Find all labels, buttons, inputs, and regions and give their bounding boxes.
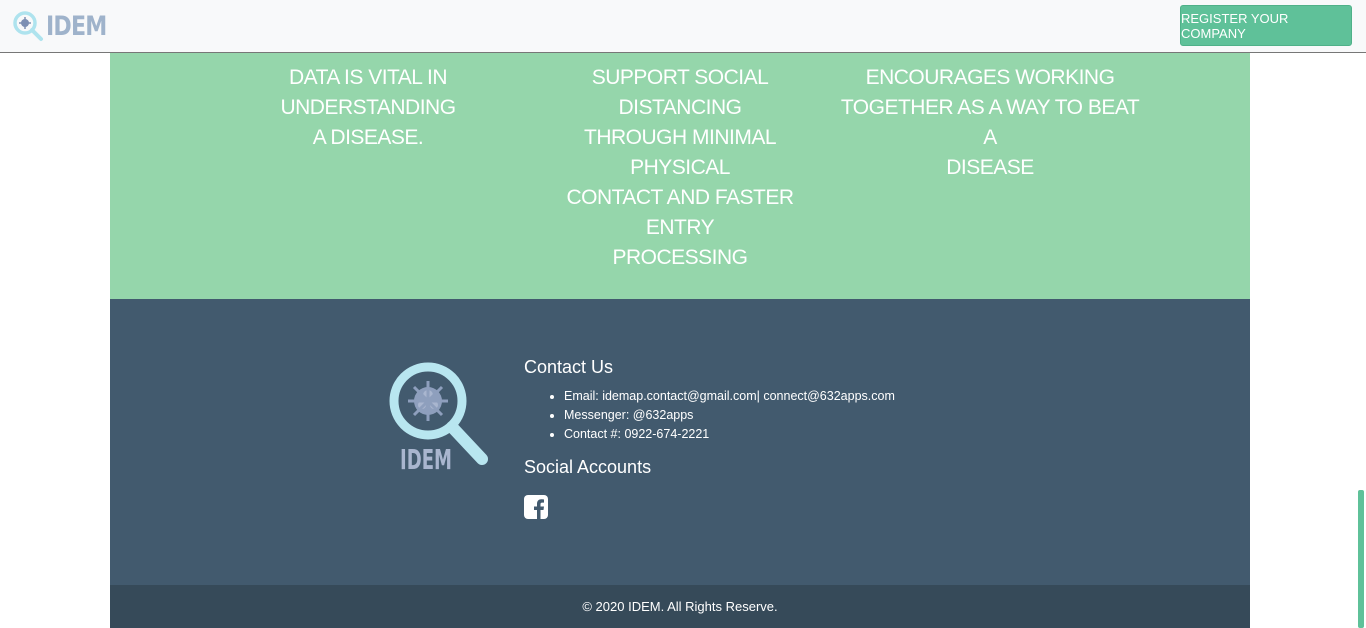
- social-heading: Social Accounts: [524, 457, 652, 477]
- magnifier-virus-icon: [13, 11, 43, 41]
- contact-heading: Contact Us: [524, 357, 614, 377]
- footer: IDEM Contact Us Email: idemap.contact@gm…: [110, 299, 1250, 585]
- register-company-button[interactable]: REGISTER YOUR COMPANY: [1180, 5, 1352, 46]
- copyright-bar: © 2020 IDEM. All Rights Reserve.: [110, 585, 1250, 628]
- scrollbar-thumb[interactable]: [1358, 490, 1364, 628]
- facebook-icon[interactable]: [524, 495, 548, 519]
- contact-email: Email: idemap.contact@gmail.com| connect…: [564, 387, 895, 406]
- top-navbar: IDEM REGISTER YOUR COMPANY: [0, 0, 1366, 53]
- feature-working-together: ENCOURAGES WORKING TOGETHER AS A WAY TO …: [840, 66, 1140, 179]
- contact-list: Email: idemap.contact@gmail.com| connect…: [524, 387, 895, 444]
- feature-social-distancing: SUPPORT SOCIAL DISTANCING THROUGH MINIMA…: [566, 66, 794, 269]
- idem-logo: IDEM: [389, 362, 488, 475]
- contact-messenger: Messenger: @632apps: [564, 406, 895, 425]
- contact-phone: Contact #: 0922-674-2221: [564, 425, 895, 444]
- brand-link[interactable]: IDEM: [12, 6, 120, 46]
- feature-data-vital: DATA IS VITAL IN UNDERSTANDING A DISEASE…: [280, 66, 456, 149]
- features-section: DATA IS VITAL IN UNDERSTANDING A DISEASE…: [110, 53, 1250, 299]
- copyright-text: © 2020 IDEM. All Rights Reserve.: [582, 599, 778, 614]
- logo-text: IDEM: [400, 443, 452, 475]
- brand-name: IDEM: [46, 10, 107, 42]
